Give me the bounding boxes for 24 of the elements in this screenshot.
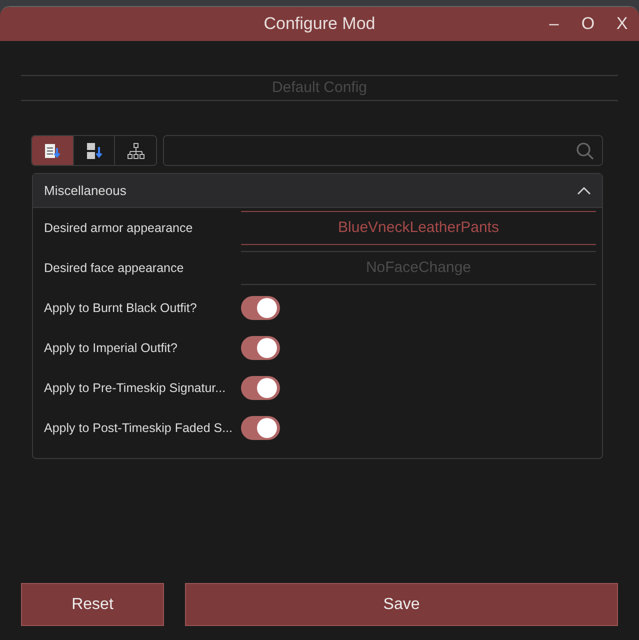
save-button[interactable]: Save: [185, 583, 618, 626]
hierarchy-icon: [126, 142, 145, 160]
setting-label: Desired armor appearance: [43, 220, 194, 237]
sort-button[interactable]: [32, 136, 73, 165]
window-title: Configure Mod: [264, 13, 376, 36]
reset-button[interactable]: Reset: [21, 583, 164, 626]
setting-label: Apply to Imperial Outfit?: [43, 340, 178, 357]
setting-label: Apply to Post-Timeskip Faded S...: [43, 420, 234, 437]
toggle-switch[interactable]: [241, 336, 280, 360]
close-button[interactable]: X: [605, 7, 639, 41]
toggle-switch[interactable]: [241, 416, 280, 440]
setting-label: Desired face appearance: [43, 260, 185, 277]
section-header[interactable]: Miscellaneous: [33, 174, 602, 208]
search-icon: [576, 142, 594, 160]
alphabetical-sort-icon: [85, 142, 103, 160]
maximize-button[interactable]: O: [571, 7, 605, 41]
toggle-switch[interactable]: [241, 296, 280, 320]
section-title: Miscellaneous: [44, 182, 126, 200]
setting-label: Apply to Burnt Black Outfit?: [43, 300, 198, 317]
search-field[interactable]: [163, 135, 603, 166]
minimize-button[interactable]: –: [537, 7, 571, 41]
toggle-switch[interactable]: [241, 376, 280, 400]
setting-label: Apply to Pre-Timeskip Signatur...: [43, 380, 227, 397]
list-sort-icon: [43, 142, 62, 160]
